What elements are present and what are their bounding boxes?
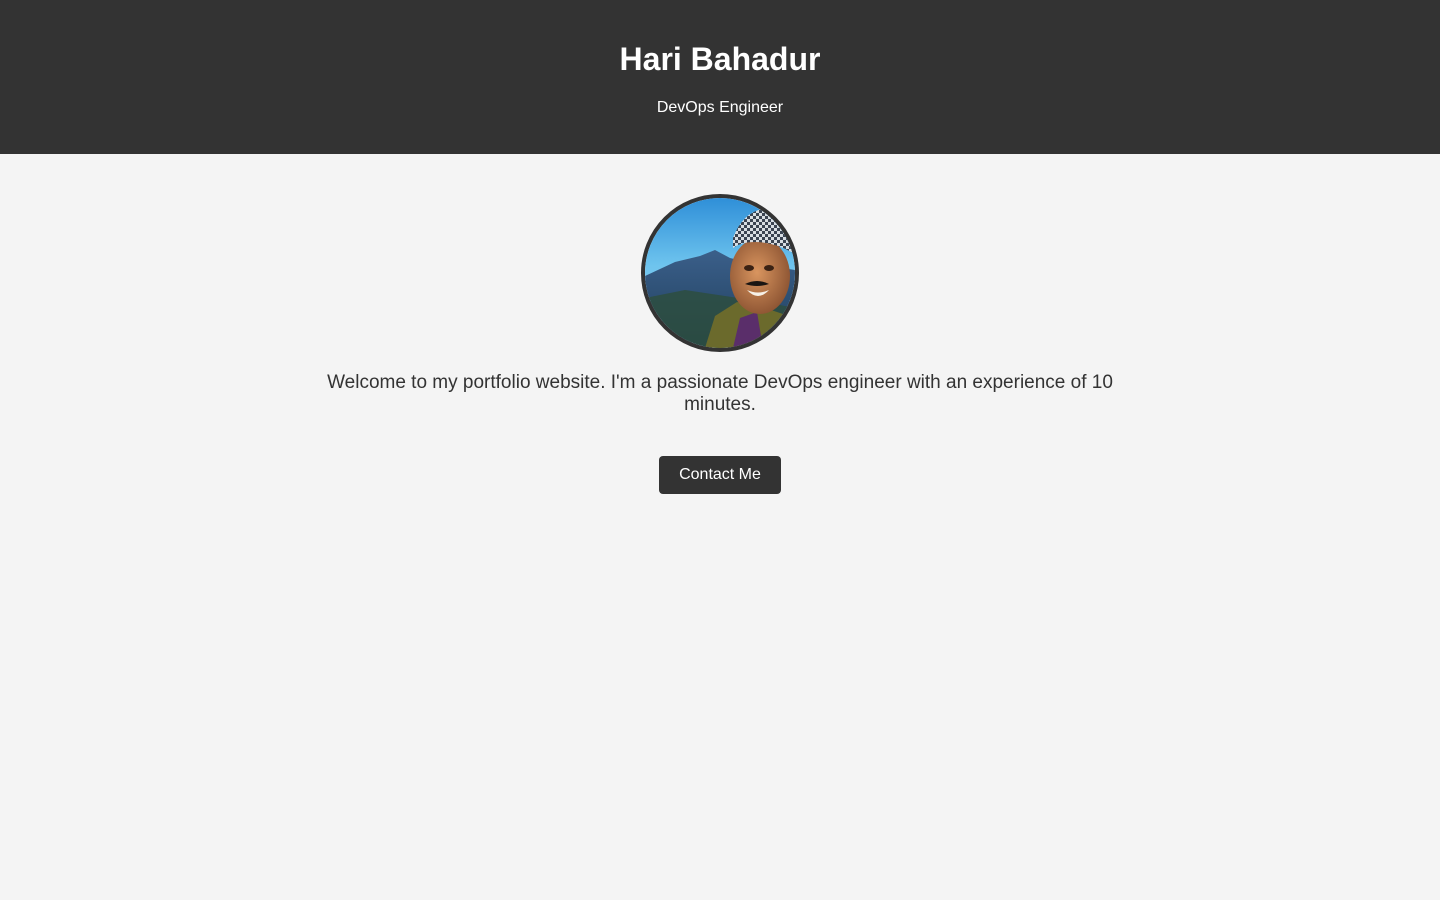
main-content: Welcome to my portfolio website. I'm a p… (0, 154, 1440, 494)
profile-photo (645, 198, 795, 348)
avatar (641, 194, 799, 352)
job-title: DevOps Engineer (656, 99, 784, 116)
site-header: Hari Bahadur DevOps Engineer (0, 0, 1440, 154)
contact-me-button[interactable]: Contact Me (659, 456, 781, 494)
page-title: Hari Bahadur (619, 41, 821, 77)
intro-text: Welcome to my portfolio website. I'm a p… (327, 372, 1113, 415)
